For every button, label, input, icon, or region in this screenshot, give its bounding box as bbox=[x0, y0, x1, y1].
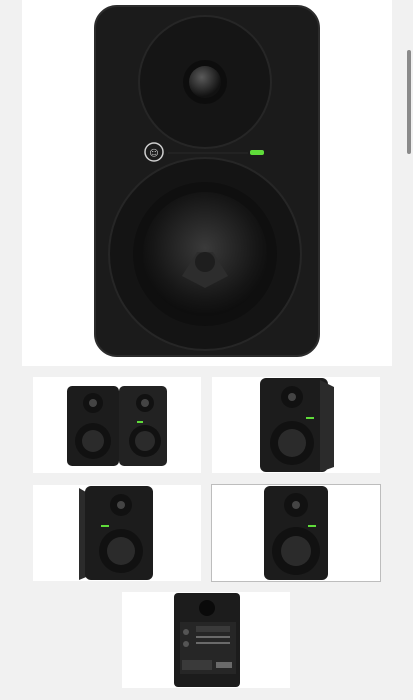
monitor-pair-image bbox=[67, 386, 167, 466]
studio-monitor-front-image: ☺ bbox=[94, 5, 320, 357]
thumbnail-1[interactable] bbox=[33, 377, 201, 473]
monitor-front-image bbox=[264, 486, 328, 580]
monitor-angle-left-image bbox=[260, 378, 334, 472]
monitor-angle-right-image bbox=[79, 486, 153, 580]
thumbnail-4[interactable] bbox=[211, 484, 381, 582]
main-product-image[interactable]: ☺ bbox=[22, 0, 392, 366]
thumbnail-3[interactable] bbox=[33, 485, 201, 581]
power-led-icon bbox=[250, 150, 264, 155]
scrollbar-thumb[interactable] bbox=[407, 50, 411, 154]
thumbnail-5[interactable] bbox=[122, 592, 290, 688]
svg-text:☺: ☺ bbox=[149, 148, 158, 159]
thumbnail-2[interactable] bbox=[212, 377, 380, 473]
monitor-rear-panel-image bbox=[174, 593, 240, 687]
scrollbar-track[interactable] bbox=[405, 0, 413, 700]
